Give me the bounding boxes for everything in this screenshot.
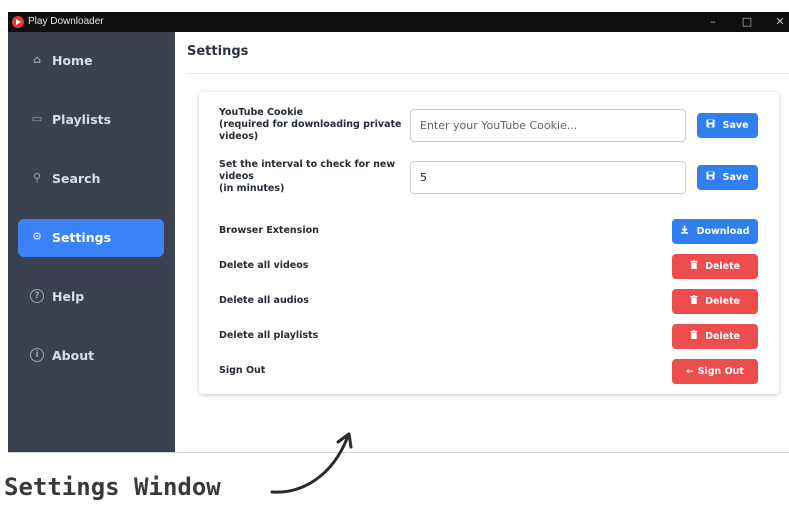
- interval-label-line: Set the interval to check for new: [219, 159, 396, 170]
- cookie-label-line: (required for downloading private: [219, 119, 402, 130]
- page-title: Settings: [187, 44, 249, 59]
- delete-videos-button-label: Delete: [705, 261, 741, 272]
- sidebar-item-playlists[interactable]: ▭ Playlists: [18, 101, 164, 139]
- sidebar-item-home[interactable]: ⌂ Home: [18, 42, 164, 80]
- title-divider: [187, 73, 789, 74]
- delete-playlists-label: Delete all playlists: [219, 330, 319, 341]
- arrow-left-icon: ←: [686, 367, 694, 377]
- interval-input[interactable]: [410, 161, 686, 194]
- trash-icon: [690, 260, 701, 272]
- settings-card: YouTube Cookie (required for downloading…: [199, 92, 779, 394]
- delete-playlists-button-label: Delete: [705, 331, 741, 342]
- browser-extension-label: Browser Extension: [219, 225, 319, 236]
- annotation-arrow-icon: [270, 432, 353, 494]
- sidebar-item-label: About: [52, 348, 95, 363]
- cookie-label-line: YouTube Cookie: [219, 107, 304, 118]
- home-icon: ⌂: [33, 53, 41, 66]
- delete-audios-button-label: Delete: [705, 296, 741, 307]
- save-icon: [706, 119, 718, 131]
- info-icon: i: [30, 348, 44, 362]
- cookie-label-line: videos): [219, 131, 259, 142]
- save-interval-button[interactable]: Save: [697, 165, 758, 190]
- sign-out-label: Sign Out: [219, 365, 266, 376]
- search-icon: ⚲: [32, 171, 42, 184]
- sidebar-item-label: Playlists: [52, 112, 112, 127]
- download-label: Download: [696, 226, 750, 237]
- app-logo-icon: [12, 16, 24, 28]
- sign-out-button-label: Sign Out: [697, 366, 744, 377]
- save-cookie-button[interactable]: Save: [697, 113, 758, 138]
- save-cookie-label: Save: [722, 120, 749, 131]
- delete-videos-label: Delete all videos: [219, 260, 309, 271]
- trash-icon: [690, 330, 701, 342]
- cookie-label: YouTube Cookie (required for downloading…: [219, 107, 402, 143]
- main-content: Settings YouTube Cookie (required for do…: [175, 32, 789, 452]
- sidebar-item-label: Search: [52, 171, 101, 186]
- trash-icon: [690, 295, 701, 307]
- delete-audios-button[interactable]: Delete: [672, 289, 758, 314]
- delete-audios-label: Delete all audios: [219, 295, 309, 306]
- sidebar-item-settings[interactable]: ⚙ Settings: [18, 219, 164, 257]
- minimize-button[interactable]: –: [700, 12, 726, 32]
- window-title: Play Downloader: [28, 16, 104, 27]
- save-icon: [706, 171, 718, 183]
- gear-icon: ⚙: [32, 230, 42, 243]
- help-icon: ?: [30, 289, 44, 303]
- delete-playlists-button[interactable]: Delete: [672, 324, 758, 349]
- title-bar[interactable]: Play Downloader – □ ✕: [8, 12, 789, 32]
- download-icon: [680, 225, 692, 237]
- sidebar-item-search[interactable]: ⚲ Search: [18, 160, 164, 198]
- close-button[interactable]: ✕: [767, 12, 789, 32]
- interval-label: Set the interval to check for new videos…: [219, 159, 395, 195]
- app-window: Play Downloader – □ ✕ ⌂ Home ▭ Playlists…: [8, 12, 789, 453]
- sidebar-item-label: Settings: [52, 230, 112, 245]
- youtube-cookie-input[interactable]: [410, 109, 686, 142]
- save-interval-label: Save: [722, 172, 749, 183]
- maximize-button[interactable]: □: [734, 12, 760, 32]
- playlist-icon: ▭: [31, 112, 43, 125]
- sidebar-item-label: Home: [52, 53, 93, 68]
- interval-label-line: (in minutes): [219, 183, 285, 194]
- download-extension-button[interactable]: Download: [672, 219, 758, 244]
- sidebar-item-label: Help: [52, 289, 85, 304]
- interval-label-line: videos: [219, 171, 254, 182]
- annotation-label: Settings Window: [4, 473, 221, 501]
- sidebar: ⌂ Home ▭ Playlists ⚲ Search ⚙ Settings ?…: [8, 32, 175, 452]
- sign-out-button[interactable]: ← Sign Out: [672, 359, 758, 384]
- sidebar-item-about[interactable]: i About: [18, 337, 164, 375]
- sidebar-item-help[interactable]: ? Help: [18, 278, 164, 316]
- delete-videos-button[interactable]: Delete: [672, 254, 758, 279]
